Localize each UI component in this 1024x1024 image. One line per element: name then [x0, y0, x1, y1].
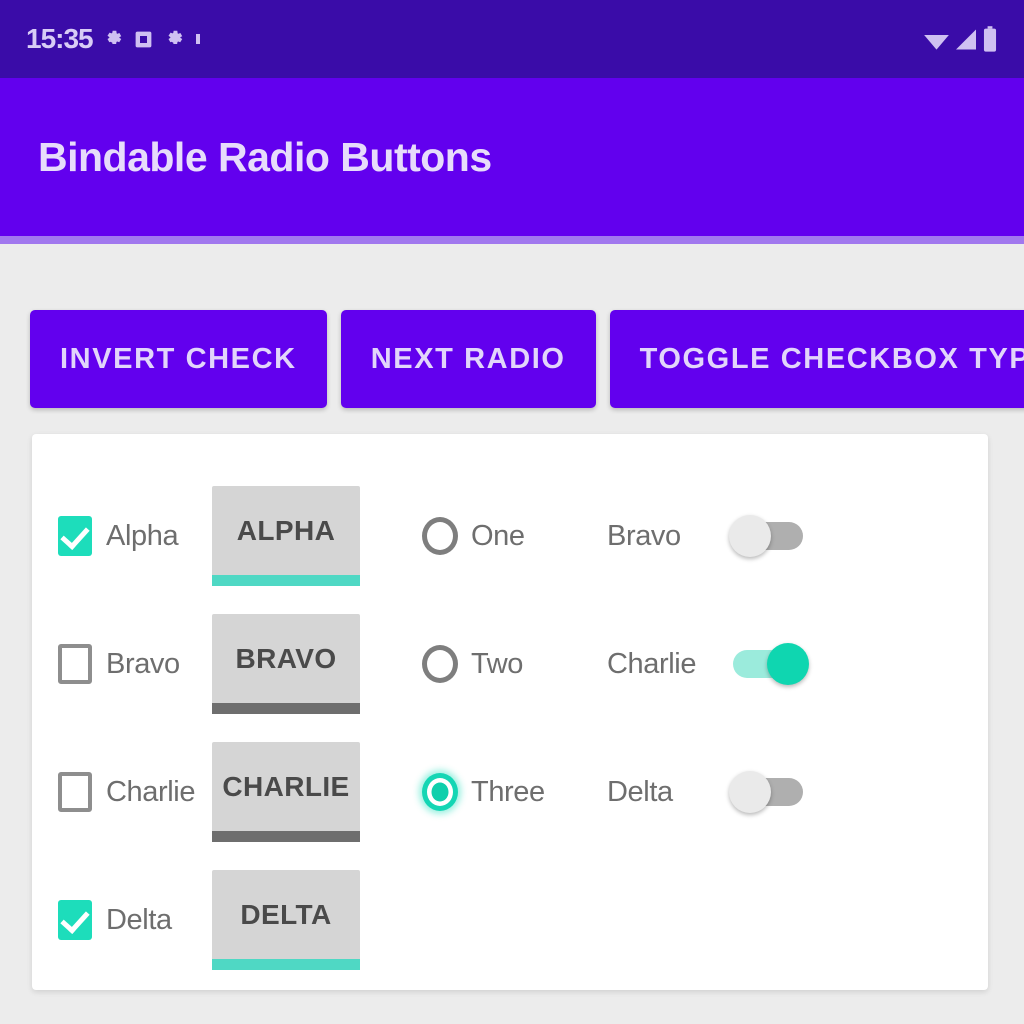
switch-delta-label: Delta	[607, 775, 673, 808]
radio-row-three[interactable]: Three	[422, 728, 592, 856]
switch-row-charlie[interactable]: Charlie	[607, 600, 827, 728]
switch-bravo-knob	[729, 515, 771, 557]
app-bar: Bindable Radio Buttons	[0, 78, 1024, 236]
checkbox-bravo-label: Bravo	[106, 647, 180, 680]
switch-delta-toggle[interactable]	[729, 771, 803, 813]
screenshot-icon	[133, 29, 154, 50]
named-button-wrap-charlie: CHARLIE	[212, 728, 370, 856]
checkbox-alpha-icon[interactable]	[58, 516, 92, 556]
charlie-button[interactable]: CHARLIE	[212, 742, 360, 842]
delta-button-label: DELTA	[240, 898, 332, 930]
app-bar-divider	[0, 236, 1024, 244]
named-button-column: ALPHA BRAVO CHARLIE DELTA	[212, 472, 370, 984]
bravo-button-label: BRAVO	[235, 642, 337, 674]
named-button-wrap-delta: DELTA	[212, 856, 370, 984]
delta-button[interactable]: DELTA	[212, 870, 360, 970]
radio-one-icon[interactable]	[422, 517, 458, 555]
checkbox-charlie-icon[interactable]	[58, 772, 92, 812]
bravo-button-underline	[212, 703, 360, 714]
checkbox-row-delta[interactable]: Delta	[58, 856, 218, 984]
named-button-wrap-bravo: BRAVO	[212, 600, 370, 728]
radio-three-label: Three	[471, 775, 545, 808]
alpha-button-label: ALPHA	[236, 514, 336, 546]
radio-three-icon[interactable]	[422, 773, 458, 811]
page-title: Bindable Radio Buttons	[38, 133, 492, 180]
checkbox-row-charlie[interactable]: Charlie	[58, 728, 218, 856]
bravo-button[interactable]: BRAVO	[212, 614, 360, 714]
checkbox-charlie-label: Charlie	[106, 775, 196, 808]
checkbox-column: Alpha Bravo Charlie Delta	[58, 472, 218, 984]
radio-column: One Two Three	[422, 472, 592, 856]
action-button-row: INVERT CHECK NEXT RADIO TOGGLE CHECKBOX …	[30, 310, 1024, 408]
cellular-signal-icon	[954, 26, 978, 53]
battery-icon	[982, 25, 998, 54]
checkbox-delta-label: Delta	[106, 903, 172, 936]
switch-column: Bravo Charlie Delta	[607, 472, 827, 856]
settings-gear-icon	[102, 28, 124, 50]
switch-charlie-label: Charlie	[607, 647, 697, 680]
checkbox-alpha-label: Alpha	[106, 519, 179, 552]
wifi-icon	[923, 26, 950, 53]
switch-row-bravo[interactable]: Bravo	[607, 472, 827, 600]
named-button-wrap-alpha: ALPHA	[212, 472, 370, 600]
radio-row-one[interactable]: One	[422, 472, 592, 600]
dot-icon	[194, 30, 202, 48]
radio-row-two[interactable]: Two	[422, 600, 592, 728]
status-clock: 15:35	[26, 23, 94, 54]
switch-delta-knob	[729, 771, 771, 813]
radio-two-icon[interactable]	[422, 645, 458, 683]
switch-charlie-toggle[interactable]	[733, 643, 809, 685]
checkbox-delta-icon[interactable]	[58, 900, 92, 940]
delta-button-underline	[212, 959, 360, 970]
radio-two-label: Two	[471, 647, 523, 680]
switch-bravo-label: Bravo	[607, 519, 681, 552]
checkbox-row-bravo[interactable]: Bravo	[58, 600, 218, 728]
status-bar: 15:35	[0, 0, 1024, 78]
app-root: 15:35 Bindable Radio Buttons INVERT CHEC…	[0, 0, 1024, 1024]
settings-gear-icon	[163, 28, 185, 50]
radio-one-label: One	[471, 519, 525, 552]
switch-row-delta[interactable]: Delta	[607, 728, 827, 856]
alpha-button-underline	[212, 575, 360, 586]
charlie-button-label: CHARLIE	[222, 770, 350, 802]
charlie-button-underline	[212, 831, 360, 842]
alpha-button[interactable]: ALPHA	[212, 486, 360, 586]
next-radio-button[interactable]: NEXT RADIO	[340, 310, 596, 408]
checkbox-bravo-icon[interactable]	[58, 644, 92, 684]
status-bar-left: 15:35	[26, 25, 202, 53]
invert-check-button[interactable]: INVERT CHECK	[30, 310, 327, 408]
status-bar-right	[923, 25, 998, 54]
switch-bravo-toggle[interactable]	[729, 515, 803, 557]
toggle-checkbox-type-button[interactable]: TOGGLE CHECKBOX TYPE	[609, 310, 1024, 408]
switch-charlie-knob	[767, 643, 809, 685]
checkbox-row-alpha[interactable]: Alpha	[58, 472, 218, 600]
content-card: Alpha Bravo Charlie Delta ALPHA BRAVO CH…	[32, 434, 988, 990]
